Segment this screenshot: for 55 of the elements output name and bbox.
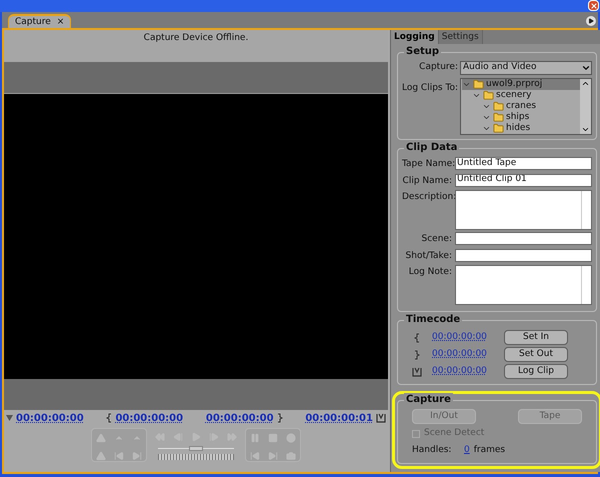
field-label: Clip Name: — [402, 174, 452, 188]
out-point-icon — [276, 413, 283, 423]
folder-icon — [483, 90, 494, 101]
folder-icon — [473, 79, 484, 90]
panel-button[interactable]: Set In — [504, 330, 568, 345]
duration-icon — [412, 366, 422, 376]
status-message: Capture Device Offline. — [144, 32, 248, 45]
section-title: Capture — [404, 393, 453, 407]
unit-label: frames — [474, 444, 506, 456]
timecode-value[interactable]: 00:00:00:01 — [305, 410, 373, 426]
tree-item[interactable]: uwol9.prproj — [462, 79, 580, 90]
field-label: Log Clips To: — [402, 82, 458, 95]
panel-button[interactable]: Set Out — [504, 347, 568, 362]
dropdown-icon[interactable] — [6, 415, 13, 421]
panel-tab[interactable]: Capture × — [8, 14, 72, 28]
capture-dropdown[interactable]: Audio and Video — [460, 61, 592, 75]
field-label: Capture: — [419, 61, 458, 74]
shuttle-slider[interactable] — [189, 446, 203, 451]
panel-button[interactable]: Log Clip — [504, 364, 568, 379]
field-label: Handles: — [412, 444, 452, 456]
scrollbar[interactable] — [580, 79, 591, 134]
scroll-up-icon[interactable] — [581, 79, 590, 88]
section-title: Setup — [404, 45, 442, 59]
tab[interactable]: Logging — [391, 30, 439, 44]
in-point-icon — [106, 413, 112, 423]
field-label: Shot/Take: — [404, 250, 452, 262]
tree-item[interactable]: scenery — [472, 90, 580, 101]
scroll-down-icon[interactable] — [581, 125, 590, 134]
in-point-icon — [414, 332, 420, 342]
text-area[interactable] — [455, 190, 592, 230]
tree-item[interactable]: ships — [482, 112, 580, 123]
duration-icon — [376, 413, 386, 423]
folder-icon — [493, 112, 504, 123]
close-tab-button[interactable]: × — [56, 18, 64, 26]
text-area[interactable] — [455, 265, 592, 305]
timecode-value[interactable]: 00:00:00:00 — [16, 410, 84, 426]
field-label: Scene: — [420, 233, 452, 246]
input-field[interactable] — [455, 248, 592, 262]
input-field[interactable]: Untitled Tape — [455, 157, 592, 170]
field-label: Tape Name: — [402, 158, 452, 171]
tree-item[interactable]: cranes — [482, 101, 580, 112]
folder-icon — [493, 101, 504, 112]
jog-wheel[interactable] — [158, 454, 234, 460]
tab[interactable]: Settings — [438, 30, 483, 44]
input-field[interactable]: Untitled Clip 01 — [455, 174, 592, 186]
input-field[interactable] — [455, 232, 592, 245]
folder-icon — [493, 123, 504, 134]
out-point-icon — [414, 350, 420, 360]
tree-item[interactable]: hides — [482, 123, 580, 134]
timecode-value[interactable]: 00:00:00:00 — [115, 410, 184, 426]
panel-menu-icon[interactable] — [586, 16, 596, 26]
timecode-value[interactable]: 00:00:00:00 — [206, 410, 274, 426]
checkbox-label: Scene Detect — [424, 427, 484, 440]
field-label: Log Note: — [408, 266, 452, 279]
section-title: Clip Data — [404, 141, 460, 155]
